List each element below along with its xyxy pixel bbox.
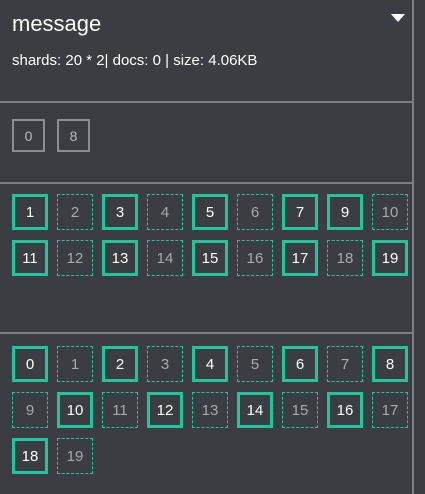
primary-shard[interactable]: 16: [327, 392, 363, 428]
index-header: message shards: 20 * 2| docs: 0 | size: …: [0, 0, 412, 103]
node-shard-box[interactable]: 0: [12, 119, 45, 152]
node-shard-box[interactable]: 8: [57, 119, 90, 152]
primary-shard[interactable]: 5: [192, 194, 228, 230]
primary-shard[interactable]: 11: [12, 240, 48, 276]
replica-shard[interactable]: 7: [327, 346, 363, 382]
primary-shard[interactable]: 15: [192, 240, 228, 276]
primary-shard[interactable]: 1: [12, 194, 48, 230]
primary-shard[interactable]: 9: [327, 194, 363, 230]
primary-shard[interactable]: 14: [237, 392, 273, 428]
replica-shard[interactable]: 11: [102, 392, 138, 428]
caret-down-icon[interactable]: [391, 14, 405, 22]
replica-shard[interactable]: 10: [372, 194, 408, 230]
primary-shard[interactable]: 13: [102, 240, 138, 276]
divider: [0, 101, 412, 103]
divider: [0, 182, 412, 184]
replica-shard[interactable]: 12: [57, 240, 93, 276]
divider: [0, 332, 412, 334]
replica-shard[interactable]: 18: [327, 240, 363, 276]
vertical-divider: [412, 0, 414, 494]
shard-group: 0 1 2 3 4 5 6 7 8 9 10 11 12 13 14 15 16 17 18 19: [12, 346, 408, 480]
replica-shard[interactable]: 14: [147, 240, 183, 276]
replica-shard[interactable]: 4: [147, 194, 183, 230]
replica-shard[interactable]: 17: [372, 392, 408, 428]
primary-shard[interactable]: 10: [57, 392, 93, 428]
primary-shard[interactable]: 4: [192, 346, 228, 382]
index-panel: message shards: 20 * 2| docs: 0 | size: …: [0, 0, 425, 494]
replica-shard[interactable]: 3: [147, 346, 183, 382]
primary-shard[interactable]: 7: [282, 194, 318, 230]
primary-shard[interactable]: 12: [147, 392, 183, 428]
replica-shard[interactable]: 1: [57, 346, 93, 382]
index-meta: shards: 20 * 2| docs: 0 | size: 4.06KB: [12, 52, 258, 69]
primary-shard[interactable]: 17: [282, 240, 318, 276]
replica-shard[interactable]: 9: [12, 392, 48, 428]
primary-shard[interactable]: 0: [12, 346, 48, 382]
index-name: message: [12, 11, 102, 36]
primary-shard[interactable]: 2: [102, 346, 138, 382]
replica-shard[interactable]: 16: [237, 240, 273, 276]
replica-shard[interactable]: 2: [57, 194, 93, 230]
replica-shard[interactable]: 19: [57, 438, 93, 474]
primary-shard[interactable]: 18: [12, 438, 48, 474]
shard-group: 1 2 3 4 5 6 7 9 10 11 12 13 14 15 16 17 18 19: [12, 194, 408, 324]
primary-shard[interactable]: 6: [282, 346, 318, 382]
replica-shard[interactable]: 6: [237, 194, 273, 230]
replica-shard[interactable]: 15: [282, 392, 318, 428]
primary-shard[interactable]: 8: [372, 346, 408, 382]
replica-shard[interactable]: 5: [237, 346, 273, 382]
primary-shard[interactable]: 3: [102, 194, 138, 230]
primary-shard[interactable]: 19: [372, 240, 408, 276]
node-shard-row: 08: [12, 119, 402, 155]
replica-shard[interactable]: 13: [192, 392, 228, 428]
